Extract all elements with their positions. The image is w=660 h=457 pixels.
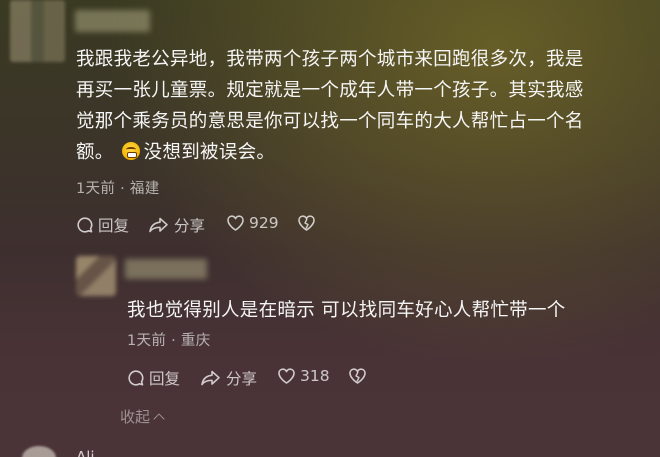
share-label: 分享 [226,370,258,388]
comment-line: 我跟我老公异地，我带两个孩子两个城市来回跑很多次，我是 [76,49,584,70]
reply-meta: 1天前 · 重庆 [127,329,211,350]
share-label: 分享 [174,217,206,235]
reply-label: 回复 [98,217,130,235]
comment-bubble-icon [77,217,93,233]
comment-line: 再买一张儿童票。规定就是一个成年人带一个孩子。其实我感 [76,80,584,101]
like-count: 318 [300,367,330,385]
grimacing-face-emoji-icon [121,142,140,160]
collapse-label: 收起 [120,408,151,426]
meta-separator: · [171,333,176,349]
reply-button[interactable]: 回复 [76,214,129,236]
like-count: 929 [249,214,279,232]
collapse-replies-button[interactable]: 收起 [120,406,165,427]
comment-bubble-icon [128,370,144,386]
comment-line-fragment: 没想到被误会。 [143,142,276,163]
commenter-name-redacted[interactable] [75,10,150,32]
reply-location: 重庆 [180,333,211,349]
next-commenter-name[interactable]: Ali [76,448,95,457]
reply-avatar[interactable] [76,256,116,296]
comment-line-fragment: 额。 [76,142,114,163]
broken-heart-icon [349,368,366,384]
meta-separator: · [120,181,125,197]
heart-icon [278,368,295,384]
share-button[interactable]: 分享 [148,214,205,236]
reply-time: 1天前 [127,333,167,349]
comment-line: 额。 没想到被误会。 [76,137,654,168]
reply-share-button[interactable]: 分享 [200,367,257,389]
share-arrow-icon [201,370,220,386]
comment-meta: 1天前 · 福建 [76,177,160,198]
reply-label: 回复 [149,370,181,388]
dislike-button[interactable] [297,214,316,232]
share-arrow-icon [149,217,168,233]
chevron-up-icon [153,413,165,425]
comment-location: 福建 [129,181,160,197]
broken-heart-icon [298,215,315,231]
comment-line: 觉那个乘务员的意思是你可以找一个同车的大人帮忙占一个名 [76,111,584,132]
reply-reply-button[interactable]: 回复 [127,367,180,389]
reply-dislike-button[interactable] [348,367,367,385]
comment-time: 1天前 [76,181,116,197]
commenter-avatar[interactable] [10,0,65,62]
reply-name-redacted[interactable] [125,259,207,279]
like-button[interactable]: 929 [226,214,279,232]
reply-comment-text: 我也觉得别人是在暗示 可以找同车好心人帮忙带一个 [127,300,566,321]
comment-text: 我跟我老公异地，我带两个孩子两个城市来回跑很多次，我是 再买一张儿童票。规定就是… [76,44,654,168]
heart-icon [227,215,244,231]
next-commenter-avatar[interactable] [22,446,56,457]
reply-like-button[interactable]: 318 [277,367,330,385]
